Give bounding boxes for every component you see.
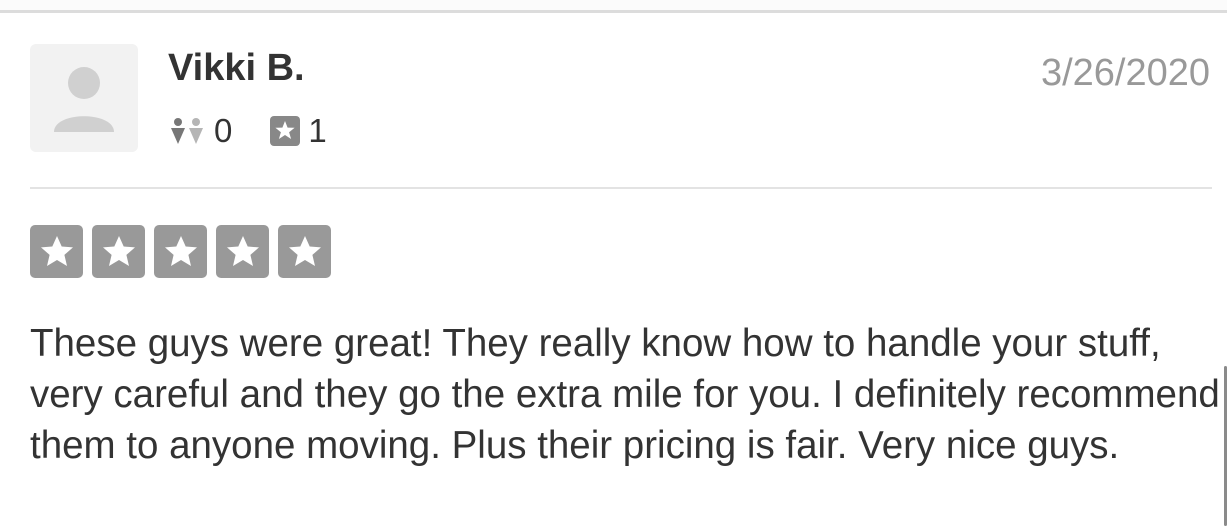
reviews-count: 1 bbox=[308, 112, 327, 149]
review-date: 3/26/2020 bbox=[1040, 52, 1210, 94]
divider bbox=[30, 187, 1212, 189]
top-border bbox=[0, 0, 1227, 13]
default-user-avatar-icon bbox=[54, 67, 114, 132]
review-star-icon bbox=[270, 116, 301, 146]
star-icon bbox=[92, 225, 145, 278]
star-rating bbox=[30, 225, 340, 278]
star-icon bbox=[216, 225, 269, 278]
reviewer-stats: 0 1 bbox=[170, 112, 327, 150]
star-icon bbox=[154, 225, 207, 278]
friends-icon bbox=[170, 116, 206, 146]
star-icon bbox=[278, 225, 331, 278]
star-icon bbox=[30, 225, 83, 278]
friends-count: 0 bbox=[214, 112, 233, 149]
user-avatar[interactable] bbox=[30, 44, 138, 152]
review-text: These guys were great! They really know … bbox=[30, 322, 1220, 467]
reviewer-name[interactable]: Vikki B. bbox=[168, 46, 305, 90]
